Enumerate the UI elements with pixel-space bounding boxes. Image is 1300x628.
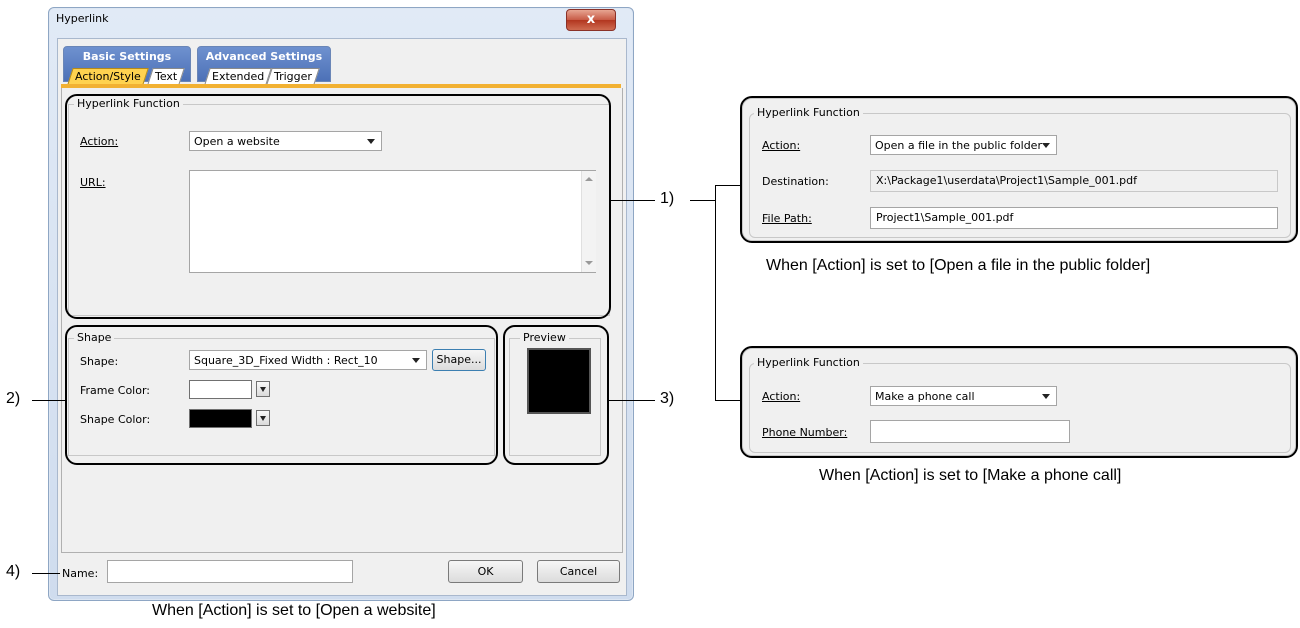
callout-1-outline — [65, 94, 611, 319]
marker-1: 1) — [660, 190, 675, 207]
callout-3-outline — [503, 325, 609, 465]
callout-1-to-panel-a — [715, 185, 741, 186]
dialog-title: Hyperlink — [56, 12, 109, 25]
caption-public-folder: When [Action] is set to [Open a file in … — [766, 257, 1151, 274]
tab-group-basic-label: Basic Settings — [82, 50, 172, 63]
ok-button[interactable]: OK — [448, 560, 523, 583]
tab-extended-label: Extended — [212, 70, 265, 83]
callout-2-line — [32, 400, 65, 401]
callout-1-line — [611, 200, 655, 201]
callout-1-bracket — [715, 185, 716, 400]
cancel-button[interactable]: Cancel — [537, 560, 620, 583]
marker-3: 3) — [660, 390, 675, 407]
callout-1-to-panel-b — [715, 400, 741, 401]
name-label: Name: — [62, 567, 99, 580]
caption-phone-call: When [Action] is set to [Make a phone ca… — [819, 467, 1122, 484]
callout-2-outline — [65, 325, 498, 465]
tab-text[interactable]: Text — [147, 68, 186, 85]
tab-extended[interactable]: Extended — [204, 68, 273, 85]
panel-a-outline — [740, 96, 1298, 243]
callout-3-line — [609, 400, 655, 401]
panel-b-outline — [740, 346, 1298, 458]
marker-2: 2) — [6, 390, 21, 407]
tab-trigger[interactable]: Trigger — [266, 68, 320, 85]
tab-action-style-label: Action/Style — [75, 70, 141, 83]
caption-open-website: When [Action] is set to [Open a website] — [152, 602, 436, 619]
close-button[interactable]: x — [566, 9, 616, 31]
name-input[interactable] — [107, 560, 353, 583]
callout-4-line — [32, 573, 60, 574]
marker-4: 4) — [6, 563, 21, 580]
tab-trigger-label: Trigger — [274, 70, 312, 83]
tab-text-label: Text — [155, 70, 178, 83]
callout-1-line-right — [690, 200, 715, 201]
tab-action-style[interactable]: Action/Style — [67, 68, 149, 85]
tab-group-advanced-label: Advanced Settings — [205, 50, 323, 63]
